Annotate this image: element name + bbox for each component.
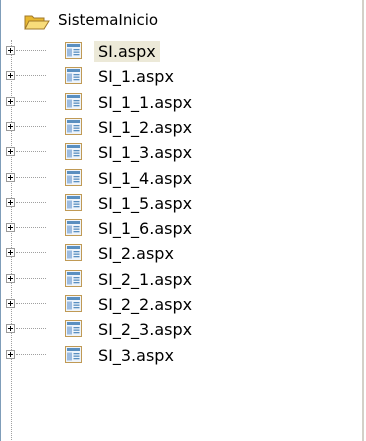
tree-item-label: SI_2.aspx <box>98 244 174 263</box>
aspx-page-icon <box>64 345 83 364</box>
tree-branch-line <box>16 252 46 253</box>
tree-item-label: SI_1_5.aspx <box>98 194 193 213</box>
tree-scrollbar-edge <box>362 0 364 441</box>
tree-item[interactable]: SI_1.aspx <box>0 65 340 90</box>
aspx-page-icon <box>64 117 83 136</box>
tree-item[interactable]: SI_1_2.aspx <box>0 116 340 141</box>
tree-branch-line <box>16 177 46 178</box>
tree-branch-line <box>16 278 46 279</box>
expand-plus-icon[interactable] <box>6 198 15 207</box>
tree-branch-line <box>16 303 46 304</box>
expand-plus-icon[interactable] <box>6 46 15 55</box>
tree-branch-line <box>16 101 46 102</box>
tree-item-label: SI.aspx <box>94 41 160 62</box>
tree-item[interactable]: SI_2_3.aspx <box>0 318 340 343</box>
tree-item-label: SI_1_1.aspx <box>98 93 193 112</box>
tree-root-label: SistemaInicio <box>58 11 159 29</box>
tree-branch-line <box>16 151 46 152</box>
tree-branch-line <box>16 126 46 127</box>
solution-explorer-tree: SistemaInicio SI.aspx SI_1.aspx SI_1_1.asp… <box>0 0 366 441</box>
aspx-page-icon <box>64 92 83 111</box>
expand-plus-icon[interactable] <box>6 350 15 359</box>
tree-item[interactable]: SI_3.aspx <box>0 344 340 369</box>
tree-item-label: SI_1_6.aspx <box>98 219 193 238</box>
expand-plus-icon[interactable] <box>6 324 15 333</box>
tree-item-label: SI_2_3.aspx <box>98 320 193 339</box>
aspx-page-icon <box>64 218 83 237</box>
tree-branch-line <box>16 354 46 355</box>
expand-plus-icon[interactable] <box>6 248 15 257</box>
aspx-page-icon <box>64 243 83 262</box>
tree-item[interactable]: SI_1_3.aspx <box>0 141 340 166</box>
tree-item-label: SI_3.aspx <box>98 346 174 365</box>
tree-item-label: SI_2_1.aspx <box>98 270 193 289</box>
expand-plus-icon[interactable] <box>6 147 15 156</box>
tree-item[interactable]: SI.aspx <box>0 40 340 65</box>
tree-item[interactable]: SI_2_2.aspx <box>0 293 340 318</box>
expand-plus-icon[interactable] <box>6 299 15 308</box>
tree-item-label: SI_1_4.aspx <box>98 169 193 188</box>
aspx-page-icon <box>64 142 83 161</box>
aspx-page-icon <box>64 41 83 60</box>
expand-plus-icon[interactable] <box>6 274 15 283</box>
folder-open-icon <box>24 12 50 36</box>
expand-plus-icon[interactable] <box>6 173 15 182</box>
aspx-page-icon <box>64 193 83 212</box>
tree-item-label: SI_1.aspx <box>98 67 174 86</box>
tree-branch-line <box>16 50 46 51</box>
aspx-page-icon <box>64 269 83 288</box>
aspx-page-icon <box>64 168 83 187</box>
aspx-page-icon <box>64 319 83 338</box>
expand-plus-icon[interactable] <box>6 122 15 131</box>
tree-branch-line <box>16 227 46 228</box>
tree-item[interactable]: SI_1_6.aspx <box>0 217 340 242</box>
tree-item[interactable]: SI_2_1.aspx <box>0 268 340 293</box>
tree-item[interactable]: SI_1_4.aspx <box>0 167 340 192</box>
expand-plus-icon[interactable] <box>6 71 15 80</box>
aspx-page-icon <box>64 294 83 313</box>
tree-branch-line <box>16 202 46 203</box>
expand-plus-icon[interactable] <box>6 223 15 232</box>
expand-plus-icon[interactable] <box>6 97 15 106</box>
tree-branch-line <box>16 75 46 76</box>
tree-item-label: SI_2_2.aspx <box>98 295 193 314</box>
tree-item-label: SI_1_3.aspx <box>98 143 193 162</box>
tree-item[interactable]: SI_1_1.aspx <box>0 91 340 116</box>
tree-item-label: SI_1_2.aspx <box>98 118 193 137</box>
tree-item[interactable]: SI_1_5.aspx <box>0 192 340 217</box>
tree-branch-line <box>16 328 46 329</box>
tree-item[interactable]: SI_2.aspx <box>0 242 340 267</box>
aspx-page-icon <box>64 66 83 85</box>
